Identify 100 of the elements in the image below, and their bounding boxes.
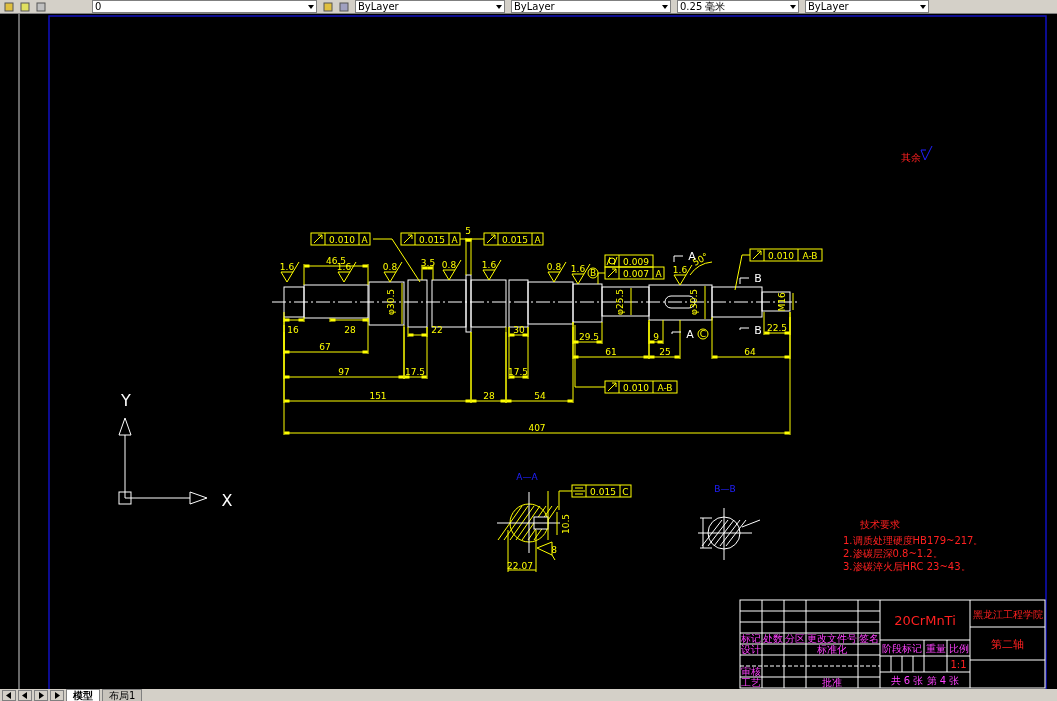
dimension-text: 30 (513, 325, 525, 335)
roughness-value: 1.6 (570, 264, 586, 274)
dimension-text: 25 (659, 347, 671, 357)
dimension-text: 22.5 (767, 323, 787, 333)
toolbar-icon[interactable] (339, 1, 349, 12)
diameter-text: φ30.5 (386, 289, 396, 315)
dimension-line (303, 263, 369, 286)
datum-symbol: B (587, 267, 599, 279)
layer-dropdown[interactable]: 0 (92, 0, 317, 13)
dimension-line (421, 265, 434, 281)
dimension-text: 28 (483, 391, 495, 401)
linetype-dropdown[interactable]: ByLayer (511, 0, 671, 13)
toolbar-icon[interactable] (4, 1, 14, 12)
layout-tab[interactable]: 模型 (66, 689, 100, 701)
dimension-text: 3.5 (420, 258, 436, 268)
title-block-label: 比例 (948, 643, 969, 654)
tolerance-value: 0.015 (502, 235, 528, 245)
caret-icon (496, 4, 502, 9)
layout-tab[interactable]: 布局1 (102, 689, 143, 701)
dimension-text: 17.5 (405, 367, 425, 377)
toolbar-icon[interactable] (323, 1, 333, 12)
caret-icon (308, 4, 314, 9)
tolerance-value: 0.007 (623, 269, 649, 279)
title-block-label: 更改文件号 (807, 633, 857, 644)
dimension-text: 9 (653, 332, 659, 342)
dimension-text: 407 (528, 423, 546, 433)
roughness-symbol (442, 259, 462, 281)
roughness-note: 其余 (901, 152, 921, 163)
roughness-value: 1.6 (672, 265, 688, 275)
tolerance-value: 0.010 (768, 251, 794, 261)
title-block-label: 审核 (741, 666, 761, 677)
datum-letter: A (361, 235, 368, 245)
section-view-drawing (697, 507, 761, 561)
dimension-text: 67 (319, 342, 331, 352)
roughness-symbol (547, 261, 567, 283)
toolbar-icon[interactable] (36, 1, 46, 12)
material-text: 20CrMnTi (894, 613, 956, 628)
section-label: A (686, 328, 694, 341)
datum-letter: A-B (657, 383, 673, 393)
tolerance-value: 0.010 (623, 383, 649, 393)
title-block-label: 标记 (741, 633, 761, 644)
lineweight-dropdown[interactable]: 0.25 毫米 (677, 0, 799, 13)
datum-letter: A (534, 235, 541, 245)
school-name: 黑龙江工程学院 (972, 609, 1043, 620)
diameter-text: φ25.5 (615, 289, 625, 315)
view-title: B—B (714, 484, 736, 494)
roughness-symbol (673, 264, 693, 286)
roughness-symbol (920, 145, 933, 161)
dimension-text: 97 (338, 367, 350, 377)
diameter-text: M16 (777, 292, 787, 312)
section-label: B (754, 324, 762, 337)
caret-icon (790, 4, 796, 9)
title-block-label: 处数 (763, 633, 783, 644)
notes-title: 技术要求 (860, 519, 900, 530)
dimension-text: 10.5 (561, 514, 571, 534)
sheet-count: 共 6 张 第 4 张 (890, 675, 960, 686)
dimension-text: 17.5 (508, 367, 528, 377)
title-block-label: 批准 (822, 677, 842, 688)
caret-icon (662, 4, 668, 9)
roughness-symbol (482, 259, 502, 281)
scale-text: 1:1 (950, 659, 967, 670)
datum-symbol: C (697, 328, 709, 340)
title-block-label: 签名 (859, 633, 879, 644)
roughness-value: 1.6 (336, 262, 352, 272)
view-title: A—A (516, 472, 538, 482)
dimension-text: 64 (744, 347, 756, 357)
datum-letter: A (451, 235, 458, 245)
axis-label: X (221, 491, 233, 510)
tolerance-value: 0.009 (623, 257, 649, 267)
title-block-label: 分区 (785, 633, 805, 644)
section-cut-mark (739, 327, 750, 331)
tolerance-value: 0.015 (590, 487, 616, 497)
note-text: 3.渗碳淬火后HRC 23~43。 (843, 561, 971, 572)
dimension-text: 29.5 (579, 332, 599, 342)
title-block-label: 重量 (925, 643, 946, 654)
roughness-value: 0.8 (546, 262, 562, 272)
section-cut-mark (739, 277, 750, 285)
roughness-symbol (280, 261, 300, 283)
dimension-text: 16 (287, 325, 299, 335)
datum-letter: A (655, 269, 662, 279)
dimension-text: 151 (369, 391, 387, 401)
toolbar-icon[interactable] (20, 1, 30, 12)
title-block-label: 阶段标记 (882, 643, 922, 654)
dimension-text: 22.07 (507, 561, 533, 571)
roughness-value: 0.8 (382, 262, 398, 272)
color-dropdown[interactable]: ByLayer (355, 0, 505, 13)
roughness-symbol (383, 261, 403, 283)
axis-label: Y (121, 391, 131, 410)
diameter-text: φ30.5 (689, 289, 699, 315)
roughness-value: 8 (551, 545, 557, 555)
plot-style-dropdown[interactable]: ByLayer (805, 0, 929, 13)
title-block-label: 设计 (741, 644, 761, 655)
dimension-text: 5 (465, 226, 471, 236)
section-cut-mark (673, 255, 684, 263)
dimension-text: 61 (605, 347, 617, 357)
dimension-line (465, 237, 472, 276)
tolerance-value: 0.010 (329, 235, 355, 245)
tolerance-value: 0.015 (419, 235, 445, 245)
note-text: 1.调质处理硬度HB179~217。 (843, 535, 984, 546)
title-block-label: 工艺 (741, 677, 761, 688)
